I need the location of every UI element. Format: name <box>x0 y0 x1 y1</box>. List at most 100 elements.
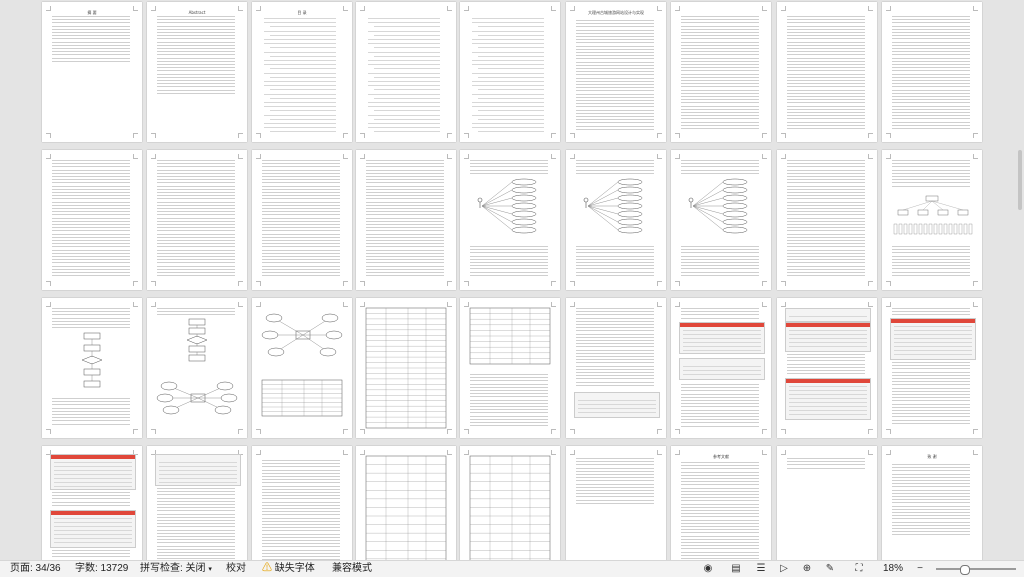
document-page-thumbnail[interactable] <box>147 446 247 560</box>
document-page-thumbnail[interactable] <box>460 446 560 560</box>
toc-line <box>368 94 440 95</box>
document-page-thumbnail[interactable]: 致 谢 <box>882 446 982 560</box>
text-line <box>52 401 130 402</box>
text-line <box>470 396 548 397</box>
text-line <box>157 549 235 550</box>
document-page-thumbnail[interactable] <box>671 150 771 290</box>
zoom-slider[interactable] <box>936 568 1016 570</box>
spellcheck-toggle[interactable]: 拼写检查: 关闭 ▾ <box>140 563 212 575</box>
text-line <box>787 48 865 49</box>
text-line <box>576 55 654 56</box>
text-line <box>157 74 235 75</box>
text-line <box>157 262 235 263</box>
document-page-thumbnail[interactable] <box>777 2 877 142</box>
document-page-thumbnail[interactable] <box>566 446 666 560</box>
text-line <box>787 458 865 459</box>
toc-line <box>368 73 440 74</box>
crop-mark <box>151 281 156 286</box>
zoom-slider-thumb[interactable] <box>960 565 970 575</box>
text-line <box>787 182 865 183</box>
text-line <box>576 249 654 250</box>
text-line <box>157 517 235 518</box>
text-line <box>787 221 865 222</box>
document-page-thumbnail[interactable] <box>356 2 456 142</box>
document-page-thumbnail[interactable] <box>356 298 456 438</box>
document-page-thumbnail[interactable] <box>566 150 666 290</box>
document-page-thumbnail[interactable] <box>42 446 142 560</box>
word-count[interactable]: 字数: 13729 <box>75 563 128 575</box>
text-line <box>892 90 970 91</box>
document-page-thumbnail[interactable] <box>777 446 877 560</box>
text-line <box>681 510 759 511</box>
document-page-thumbnail[interactable] <box>777 298 877 438</box>
document-page-thumbnail[interactable] <box>460 2 560 142</box>
document-page-thumbnail[interactable]: 目 录 <box>252 2 352 142</box>
text-line <box>787 224 865 225</box>
toc-line <box>264 123 336 124</box>
document-page-thumbnail[interactable] <box>356 446 456 560</box>
toc-line <box>264 85 336 86</box>
text-line <box>576 110 654 111</box>
compat-mode-label[interactable]: 兼容模式 <box>332 563 372 575</box>
text-line <box>787 272 865 273</box>
fit-page-icon[interactable]: ⛶ <box>853 563 865 575</box>
eye-protection-icon[interactable]: ◉ <box>702 563 714 575</box>
zoom-out-icon[interactable]: − <box>914 563 926 575</box>
text-line <box>262 269 340 270</box>
text-line <box>262 502 340 503</box>
document-page-thumbnail[interactable] <box>42 298 142 438</box>
text-line <box>681 93 759 94</box>
document-page-thumbnail[interactable] <box>566 298 666 438</box>
document-page-thumbnail[interactable]: Abstract <box>147 2 247 142</box>
text-line <box>157 45 235 46</box>
page-view-icon[interactable]: ▤ <box>730 563 742 575</box>
text-line <box>787 234 865 235</box>
outline-view-icon[interactable]: ☰ <box>755 563 767 575</box>
vertical-scrollbar[interactable] <box>1018 150 1022 210</box>
document-page-thumbnail[interactable] <box>252 298 352 438</box>
document-page-thumbnail[interactable] <box>671 2 771 142</box>
text-line <box>366 170 444 171</box>
text-line <box>681 19 759 20</box>
zoom-level[interactable]: 18% <box>883 563 903 575</box>
text-line <box>681 61 759 62</box>
document-page-thumbnail[interactable]: 摘 要 <box>42 2 142 142</box>
text-line <box>576 262 654 263</box>
play-icon[interactable]: ▷ <box>778 563 790 575</box>
text-line <box>681 387 759 388</box>
document-page-thumbnail[interactable] <box>252 446 352 560</box>
web-view-icon[interactable]: ⊕ <box>801 563 813 575</box>
pen-icon[interactable]: ✎ <box>824 563 836 575</box>
text-line <box>576 503 654 504</box>
text-line <box>892 163 970 164</box>
document-page-thumbnail[interactable]: 参考文献 <box>671 446 771 560</box>
text-line <box>681 45 759 46</box>
document-page-thumbnail[interactable]: 大理州古城旅游网站设计与实现 <box>566 2 666 142</box>
document-page-thumbnail[interactable] <box>460 150 560 290</box>
text-line <box>157 501 235 502</box>
document-page-thumbnail[interactable] <box>777 150 877 290</box>
text-line <box>681 48 759 49</box>
document-canvas[interactable]: 摘 要Abstract目 录 大理州古城旅游网站设计与实现参考文献 致 谢 <box>0 0 1024 560</box>
document-page-thumbnail[interactable] <box>460 298 560 438</box>
page-indicator[interactable]: 页面: 34/36 <box>10 563 61 575</box>
document-page-thumbnail[interactable] <box>147 150 247 290</box>
text-line <box>157 26 235 27</box>
text-line <box>787 227 865 228</box>
proofread-button[interactable]: 校对 <box>226 563 246 575</box>
crop-mark <box>343 154 348 159</box>
text-line <box>157 555 235 556</box>
document-page-thumbnail[interactable] <box>252 150 352 290</box>
text-line <box>262 489 340 490</box>
missing-font-button[interactable]: ⚠ 缺失字体 <box>262 563 315 575</box>
document-page-thumbnail[interactable] <box>356 150 456 290</box>
document-page-thumbnail[interactable] <box>671 298 771 438</box>
toc-line <box>478 35 544 36</box>
document-page-thumbnail[interactable] <box>42 150 142 290</box>
document-page-thumbnail[interactable] <box>882 298 982 438</box>
document-page-thumbnail[interactable] <box>882 150 982 290</box>
document-page-thumbnail[interactable] <box>147 298 247 438</box>
document-page-thumbnail[interactable] <box>882 2 982 142</box>
toc-line <box>264 102 336 103</box>
text-line <box>157 195 235 196</box>
